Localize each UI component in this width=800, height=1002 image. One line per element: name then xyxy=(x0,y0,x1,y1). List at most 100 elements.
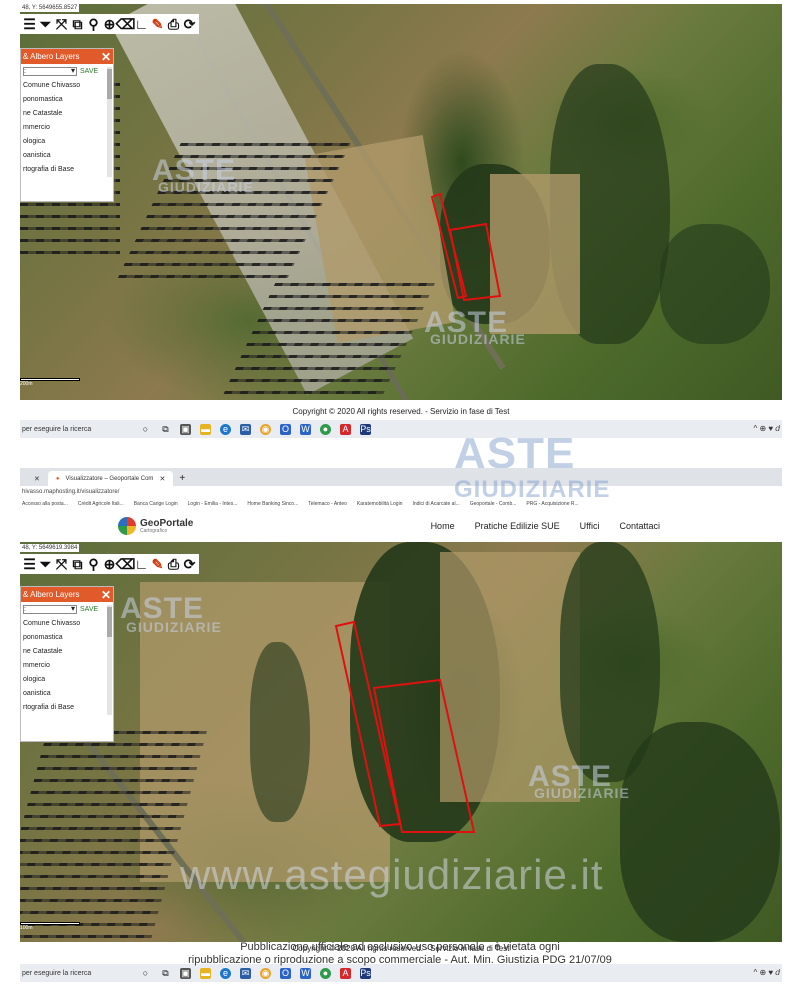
layer-item[interactable]: ne Catastale xyxy=(21,107,113,121)
bookmark[interactable]: Accesso alla posta... xyxy=(22,501,68,507)
logo-title-text: GeoPortale xyxy=(140,517,194,529)
measure-icon[interactable]: ∟ xyxy=(134,556,149,573)
measure-icon[interactable]: ∟ xyxy=(134,16,149,33)
system-tray[interactable]: ^ ⊕ ♥ 𝑑 xyxy=(754,424,783,434)
app-icon[interactable]: ● xyxy=(320,967,331,979)
zoom-window-icon[interactable]: ⧉ xyxy=(70,556,85,573)
taskbar-icons: ○ ⧉ ▣ ▬ e ✉ ◉ O W ● A Ps xyxy=(140,967,371,979)
filter-icon[interactable]: ⏷ xyxy=(38,16,53,33)
save-button[interactable]: SAVE xyxy=(80,68,98,75)
print-icon[interactable]: ⎙ xyxy=(166,16,181,33)
pin-icon[interactable]: ⚲ xyxy=(86,16,101,33)
mail-icon[interactable]: ✉ xyxy=(240,423,251,435)
layer-preset-select[interactable]: : xyxy=(23,604,77,614)
close-icon[interactable]: ✕ xyxy=(101,588,111,602)
zoom-extent-icon[interactable]: ⤧ xyxy=(54,556,69,573)
app-icon[interactable]: ● xyxy=(320,423,331,435)
bookmark[interactable]: Karatemobilità Login xyxy=(357,501,403,507)
layer-item[interactable]: ologica xyxy=(21,135,113,149)
layer-item[interactable]: Comune Chivasso xyxy=(21,79,113,93)
nav-contattaci[interactable]: Contattaci xyxy=(619,521,660,531)
task-view-icon[interactable]: ⧉ xyxy=(160,968,171,979)
refresh-icon[interactable]: ⟳ xyxy=(182,556,197,573)
word-icon[interactable]: W xyxy=(300,423,311,435)
taskbar-search[interactable]: per eseguire la ricerca xyxy=(20,426,132,433)
layer-item[interactable]: mmercio xyxy=(21,659,113,673)
parcel-strip xyxy=(334,620,402,828)
bookmark[interactable]: PRG - Acquisizione R... xyxy=(526,501,578,507)
eraser-icon[interactable]: ⌫ xyxy=(116,556,136,573)
refresh-icon[interactable]: ⟳ xyxy=(182,16,197,33)
filter-icon[interactable]: ⏷ xyxy=(38,556,53,573)
layers-scrollbar[interactable] xyxy=(107,67,112,177)
save-button[interactable]: SAVE xyxy=(80,606,98,613)
tab-visualizzatore[interactable]: ● Visualizzatore – Geoportale Com ✕ xyxy=(47,471,174,486)
pin-icon[interactable]: ⚲ xyxy=(86,556,101,573)
bookmark[interactable]: Home Banking Sinco... xyxy=(247,501,298,507)
layer-item[interactable]: oanistica xyxy=(21,687,113,701)
word-icon[interactable]: W xyxy=(300,967,311,979)
bookmark[interactable]: Telemaco - Anteo xyxy=(308,501,347,507)
zoom-window-icon[interactable]: ⧉ xyxy=(70,16,85,33)
chrome-icon[interactable]: ◉ xyxy=(260,967,271,979)
acrobat-icon[interactable]: A xyxy=(340,967,351,979)
acrobat-icon[interactable]: A xyxy=(340,423,351,435)
photoshop-icon[interactable]: Ps xyxy=(360,967,371,979)
nav-uffici[interactable]: Uffici xyxy=(580,521,600,531)
nav-pratiche-edilizie[interactable]: Pratiche Edilizie SUE xyxy=(475,521,560,531)
draw-icon[interactable]: ✎ xyxy=(150,16,165,33)
search-icon[interactable]: ○ xyxy=(140,968,151,979)
layer-preset-select[interactable]: : xyxy=(23,66,77,76)
layer-item[interactable]: oanistica xyxy=(21,149,113,163)
layer-item[interactable]: ologica xyxy=(21,673,113,687)
coordinate-readout: 48, Y: 5649619.3984 xyxy=(20,544,80,552)
bookmark[interactable]: Indici di Acarcate al... xyxy=(412,501,459,507)
nav-home[interactable]: Home xyxy=(431,521,455,531)
layers-panel-header: & Albero Layers ✕ xyxy=(21,587,113,602)
eraser-icon[interactable]: ⌫ xyxy=(116,16,136,33)
layer-item[interactable]: Comune Chivasso xyxy=(21,617,113,631)
bookmark[interactable]: Login - Emilia - Intes... xyxy=(188,501,238,507)
task-view-icon[interactable]: ⧉ xyxy=(160,424,171,435)
photoshop-icon[interactable]: Ps xyxy=(360,423,371,435)
layer-item[interactable]: ne Catastale xyxy=(21,645,113,659)
list-icon[interactable]: ☰ xyxy=(22,16,37,33)
store-icon[interactable]: ▣ xyxy=(180,967,191,979)
close-icon[interactable]: ✕ xyxy=(159,475,165,483)
layer-item[interactable]: rtografia di Base xyxy=(21,701,113,715)
satellite-map[interactable]: ASTE GIUDIZIARIE ASTE GIUDIZIARIE www.as… xyxy=(20,542,782,942)
bookmark[interactable]: Banca Carige Login xyxy=(134,501,178,507)
map-scale: 200m xyxy=(20,378,80,387)
bookmark[interactable]: Crédit Agricole Itali... xyxy=(78,501,124,507)
outlook-icon[interactable]: O xyxy=(280,423,291,435)
close-icon[interactable]: ✕ xyxy=(34,475,40,483)
layer-item[interactable]: ponomastica xyxy=(21,631,113,645)
new-tab-button[interactable]: + xyxy=(173,471,191,486)
folder-icon[interactable]: ▬ xyxy=(200,423,211,435)
search-icon[interactable]: ○ xyxy=(140,424,151,435)
edge-icon[interactable]: e xyxy=(220,967,231,979)
layer-item[interactable]: ponomastica xyxy=(21,93,113,107)
address-bar[interactable]: hivasso.maphosting.it/visualizzatore/ xyxy=(20,486,782,498)
layers-scrollbar[interactable] xyxy=(107,605,112,715)
edge-icon[interactable]: e xyxy=(220,423,231,435)
folder-icon[interactable]: ▬ xyxy=(200,967,211,979)
chrome-icon[interactable]: ◉ xyxy=(260,423,271,435)
outlook-icon[interactable]: O xyxy=(280,967,291,979)
geoportale-logo[interactable]: GeoPortale Cartografico xyxy=(118,517,193,535)
close-icon[interactable]: ✕ xyxy=(101,50,111,64)
bookmark[interactable]: Geoportale - Comb... xyxy=(470,501,517,507)
tab-previous[interactable]: ✕ xyxy=(20,471,48,486)
draw-icon[interactable]: ✎ xyxy=(150,556,165,573)
list-icon[interactable]: ☰ xyxy=(22,556,37,573)
layer-item[interactable]: mmercio xyxy=(21,121,113,135)
zoom-extent-icon[interactable]: ⤧ xyxy=(54,16,69,33)
layer-item[interactable]: rtografia di Base xyxy=(21,163,113,177)
satellite-map[interactable]: ASTE GIUDIZIARIE ASTE GIUDIZIARIE 200m xyxy=(20,4,782,400)
system-tray[interactable]: ^ ⊕ ♥ 𝑑 xyxy=(754,968,783,978)
mail-icon[interactable]: ✉ xyxy=(240,967,251,979)
print-icon[interactable]: ⎙ xyxy=(166,556,181,573)
store-icon[interactable]: ▣ xyxy=(180,423,191,435)
taskbar-search[interactable]: per eseguire la ricerca xyxy=(20,970,132,977)
legal-notice-line-1: Pubblicazione ufficiale ad esclusivo uso… xyxy=(240,941,560,953)
